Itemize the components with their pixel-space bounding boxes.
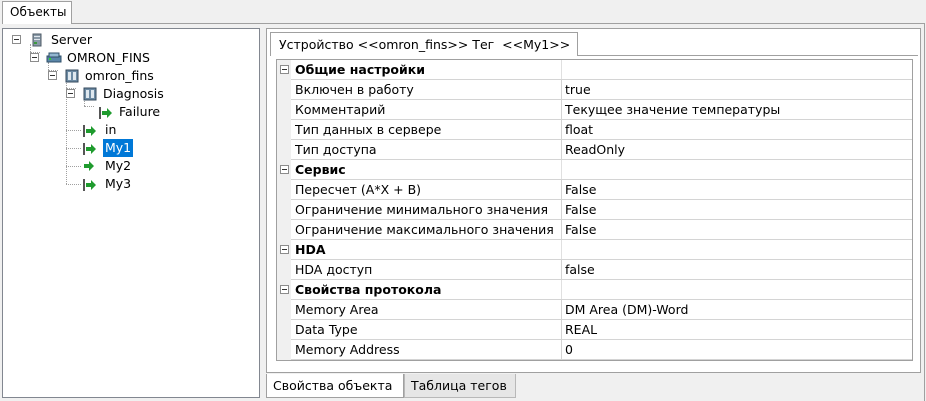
property-value[interactable]: DM Area (DM)-Word xyxy=(565,300,688,319)
property-name: Memory Area xyxy=(295,302,379,317)
property-row[interactable]: Включен в работу true xyxy=(277,80,912,100)
property-value[interactable]: False xyxy=(565,200,596,219)
property-name: Data Type xyxy=(295,322,358,337)
top-tab-strip xyxy=(0,0,926,25)
property-row[interactable]: Пересчет (A*X + B) False xyxy=(277,180,912,200)
collapse-icon[interactable] xyxy=(66,89,75,98)
property-name: Тип доступа xyxy=(295,142,377,157)
property-name: Ограничение максимального значения xyxy=(295,222,554,237)
collapse-icon[interactable] xyxy=(12,35,21,44)
property-value[interactable]: float xyxy=(565,120,593,139)
collapse-icon[interactable] xyxy=(280,245,289,254)
group-header: Свойства протокола xyxy=(295,282,442,297)
tree-node-server[interactable]: Server xyxy=(11,31,211,49)
tree-node-label: My1 xyxy=(103,139,134,157)
tree-node-my3[interactable]: My3 xyxy=(83,175,223,193)
property-name: Memory Address xyxy=(295,342,400,357)
property-value[interactable]: False xyxy=(565,180,596,199)
tree-node-omron-fins-device[interactable]: omron_fins xyxy=(47,67,247,85)
tree-node-failure[interactable]: Failure xyxy=(99,103,239,121)
collapse-icon[interactable] xyxy=(280,285,289,294)
tree-node-label: omron_fins xyxy=(85,68,154,83)
property-name: Тип данных в сервере xyxy=(295,122,442,137)
divider xyxy=(72,23,924,24)
tab-device-tag[interactable]: Устройство <<omron_fins>> Тег <<My1>> xyxy=(270,32,578,56)
property-value[interactable]: ReadOnly xyxy=(565,140,625,159)
tree-node-my2[interactable]: My2 xyxy=(83,157,223,175)
property-value[interactable]: REAL xyxy=(565,320,597,339)
green-arrow-icon xyxy=(83,178,97,196)
property-grid[interactable]: Общие настройки Включен в работу true Ко… xyxy=(276,59,913,361)
divider xyxy=(924,23,925,401)
group-header: Сервис xyxy=(295,162,346,177)
property-value[interactable]: true xyxy=(565,80,591,99)
property-name: Ограничение минимального значения xyxy=(295,202,549,217)
group-general-settings[interactable]: Общие настройки xyxy=(277,60,912,80)
collapse-icon[interactable] xyxy=(48,71,57,80)
collapse-icon[interactable] xyxy=(280,165,289,174)
property-value[interactable]: False xyxy=(565,220,596,239)
property-row[interactable]: Data Type REAL xyxy=(277,320,912,340)
tree-node-label: Server xyxy=(51,32,92,47)
tab-objects[interactable]: Объекты xyxy=(2,1,72,24)
property-row[interactable]: Тип данных в сервере float xyxy=(277,120,912,140)
group-service[interactable]: Сервис xyxy=(277,160,912,180)
property-name: Комментарий xyxy=(295,102,386,117)
tab-object-properties[interactable]: Свойства объекта xyxy=(266,374,404,398)
collapse-icon[interactable] xyxy=(280,65,289,74)
group-hda[interactable]: HDA xyxy=(277,240,912,260)
tree-node-label: Diagnosis xyxy=(103,86,164,101)
property-row[interactable]: Ограничение максимального значения False xyxy=(277,220,912,240)
tree-node-label: Failure xyxy=(119,104,161,119)
tree-node-label: My3 xyxy=(105,176,132,191)
group-header: HDA xyxy=(295,242,326,257)
group-protocol-properties[interactable]: Свойства протокола xyxy=(277,280,912,300)
property-name: Включен в работу xyxy=(295,82,414,97)
device-icon xyxy=(82,87,98,106)
property-row[interactable]: Memory Address 0 xyxy=(277,340,912,360)
tree-node-my1[interactable]: My1 xyxy=(83,139,223,157)
property-name: HDA доступ xyxy=(295,262,373,277)
property-value[interactable]: 0 xyxy=(565,340,573,359)
property-row[interactable]: HDA доступ false xyxy=(277,260,912,280)
property-value[interactable]: false xyxy=(565,260,595,279)
property-row[interactable]: Тип доступа ReadOnly xyxy=(277,140,912,160)
tree-node-label: in xyxy=(105,122,117,137)
tree-node-diagnosis[interactable]: Diagnosis xyxy=(65,85,245,103)
tree-node-label: OMRON_FINS xyxy=(67,50,150,65)
property-row[interactable]: Ограничение минимального значения False xyxy=(277,200,912,220)
collapse-icon[interactable] xyxy=(30,53,39,62)
property-row[interactable]: Комментарий Текущее значение температуры xyxy=(277,100,912,120)
property-name: Пересчет (A*X + B) xyxy=(295,182,422,197)
tree-node-omron-fins-channel[interactable]: OMRON_FINS xyxy=(29,49,229,67)
tree-node-label: My2 xyxy=(105,158,132,173)
tree-node-in[interactable]: in xyxy=(83,121,223,139)
property-value[interactable]: Текущее значение температуры xyxy=(565,100,780,119)
group-header: Общие настройки xyxy=(295,62,426,77)
tab-tag-table[interactable]: Таблица тегов xyxy=(404,374,516,398)
object-tree[interactable]: Server OMRON_FINS omron_fins Diagnosis F… xyxy=(2,28,260,398)
property-row[interactable]: Memory Area DM Area (DM)-Word xyxy=(277,300,912,320)
